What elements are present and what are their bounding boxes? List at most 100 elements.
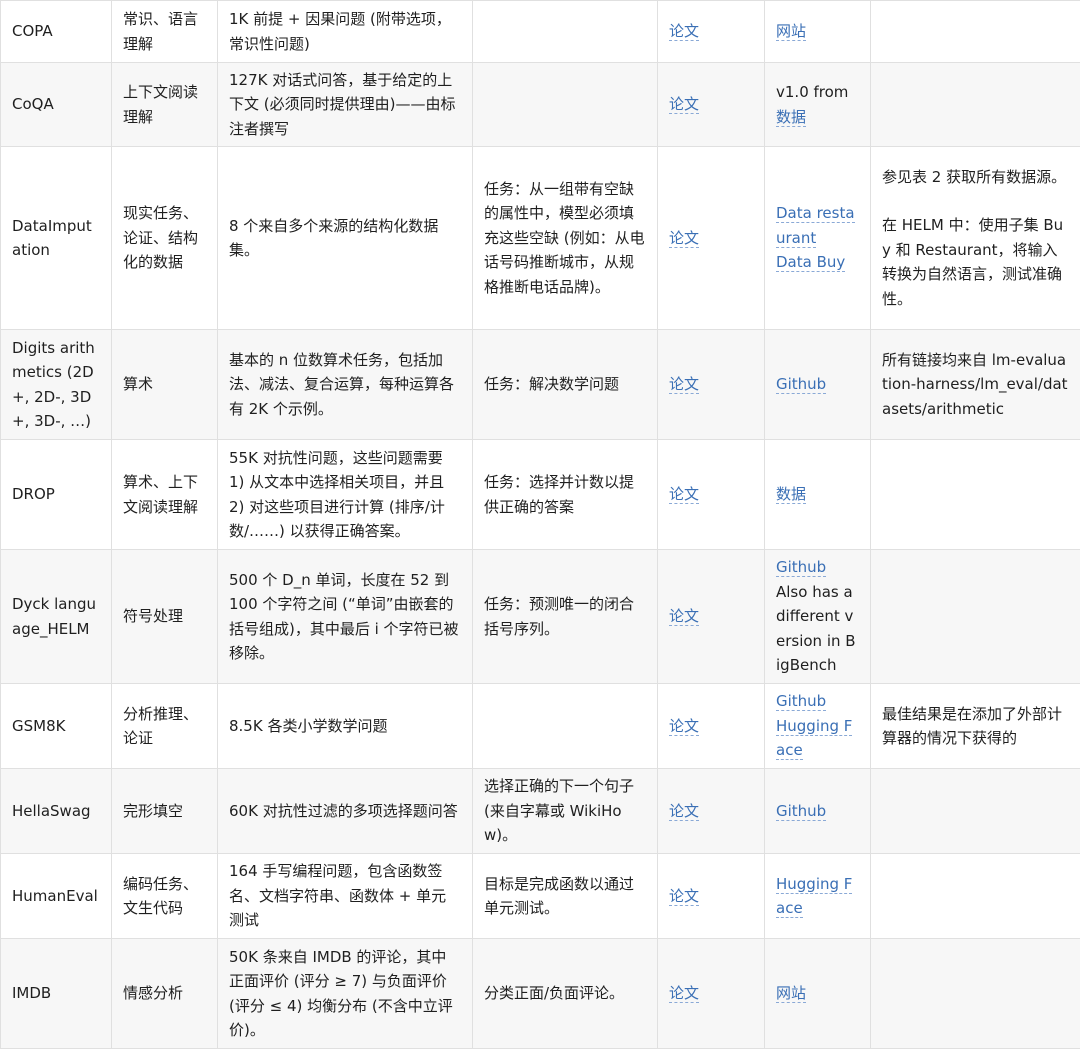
task-text: 分类正面/负面评论。: [484, 984, 624, 1002]
cell-category: 情感分析: [112, 939, 218, 1049]
description-text: 500 个 D_n 单词，长度在 52 到 100 个字符之间 (“单词”由嵌套…: [229, 571, 459, 663]
task-text: 任务：预测唯一的闭合括号序列。: [484, 595, 634, 638]
resource-link[interactable]: Data Buy: [776, 253, 845, 272]
cell-task: 任务：从一组带有空缺的属性中，模型必须填充这些空缺 (例如：从电话号码推断城市，…: [473, 147, 658, 330]
resource-link[interactable]: Github: [776, 375, 826, 394]
cell-notes: 参见表 2 获取所有数据源。在 HELM 中：使用子集 Buy 和 Restau…: [871, 147, 1080, 330]
table-row: CoQA 上下文阅读理解 127K 对话式问答，基于给定的上下文 (必须同时提供理由…: [1, 63, 1080, 147]
cell-description: 500 个 D_n 单词，长度在 52 到 100 个字符之间 (“单词”由嵌套…: [218, 550, 473, 684]
cell-name: Dyck language_HELM: [1, 550, 112, 684]
resource-link[interactable]: Github: [776, 692, 826, 711]
resource-text: Also has a different version in BigBench: [776, 583, 856, 675]
resource-link[interactable]: 网站: [776, 984, 806, 1003]
table-row: IMDB情感分析50K 条来自 IMDB 的评论，其中正面评价 (评分 ≥ 7)…: [1, 939, 1080, 1049]
description-text: 8.5K 各类小学数学问题: [229, 717, 387, 735]
cell-category: 上下文阅读理解: [112, 63, 218, 147]
cell-task: 目标是完成函数以通过单元测试。: [473, 854, 658, 939]
cell-links: Github: [765, 769, 871, 854]
dataset-table: COPA常识、语言理解1K 前提 + 因果问题 (附带选项，常识性问题)论文网站…: [0, 0, 1080, 1049]
cell-notes: [871, 550, 1080, 684]
resource-link[interactable]: Hugging Face: [776, 717, 852, 761]
resource-link[interactable]: 网站: [776, 22, 806, 41]
cell-notes: [871, 440, 1080, 550]
paper-link[interactable]: 论文: [669, 485, 699, 504]
note-text: 最佳结果是在添加了外部计算器的情况下获得的: [882, 705, 1062, 748]
cell-description: 8 个来自多个来源的结构化数据集。: [218, 147, 473, 330]
cell-name: CoQA: [1, 63, 112, 147]
cell-name: HellaSwag: [1, 769, 112, 854]
resource-link[interactable]: Github: [776, 802, 826, 821]
cell-paper: 论文: [658, 147, 765, 330]
cell-name: IMDB: [1, 939, 112, 1049]
cell-paper: 论文: [658, 939, 765, 1049]
task-text: 任务：从一组带有空缺的属性中，模型必须填充这些空缺 (例如：从电话号码推断城市，…: [484, 180, 645, 296]
paper-link[interactable]: 论文: [669, 607, 699, 626]
category-text: 完形填空: [123, 802, 183, 820]
resource-link[interactable]: Github: [776, 558, 826, 577]
paper-link[interactable]: 论文: [669, 22, 699, 41]
note-text: 参见表 2 获取所有数据源。: [882, 168, 1066, 186]
cell-task: 任务：选择并计数以提供正确的答案: [473, 440, 658, 550]
cell-task: [473, 684, 658, 769]
cell-description: 基本的 n 位数算术任务，包括加法、减法、复合运算，每种运算各有 2K 个示例。: [218, 330, 473, 440]
table-body: COPA常识、语言理解1K 前提 + 因果问题 (附带选项，常识性问题)论文网站…: [1, 1, 1080, 1049]
cell-links: 网站: [765, 1, 871, 63]
description-text: 55K 对抗性问题，这些问题需要 1) 从文本中选择相关项目，并且 2) 对这些…: [229, 449, 445, 541]
name-text: HumanEval: [12, 887, 98, 905]
paper-link[interactable]: 论文: [669, 984, 699, 1003]
cell-paper: 论文: [658, 854, 765, 939]
cell-category: 符号处理: [112, 550, 218, 684]
cell-category: 算术、上下文阅读理解: [112, 440, 218, 550]
note-text: 在 HELM 中：使用子集 Buy 和 Restaurant，将输入转换为自然语…: [882, 216, 1063, 308]
cell-name: COPA: [1, 1, 112, 63]
table-row: Dyck language_HELM 符号处理500 个 D_n 单词，长度在 5…: [1, 550, 1080, 684]
paper-link[interactable]: 论文: [669, 95, 699, 114]
name-text: GSM8K: [12, 717, 65, 735]
category-text: 常识、语言理解: [123, 10, 198, 53]
resource-link[interactable]: Hugging Face: [776, 875, 852, 919]
description-text: 1K 前提 + 因果问题 (附带选项，常识性问题): [229, 10, 451, 53]
cell-notes: 所有链接均来自 lm-evaluation-harness/lm_eval/da…: [871, 330, 1080, 440]
paper-link[interactable]: 论文: [669, 802, 699, 821]
cell-name: HumanEval: [1, 854, 112, 939]
cell-name: GSM8K: [1, 684, 112, 769]
resource-link[interactable]: 数据: [776, 485, 806, 504]
paper-link[interactable]: 论文: [669, 887, 699, 906]
resource-link[interactable]: 数据: [776, 108, 806, 127]
cell-notes: 最佳结果是在添加了外部计算器的情况下获得的: [871, 684, 1080, 769]
cell-links: Hugging Face: [765, 854, 871, 939]
name-text: Dyck language_HELM: [12, 595, 96, 638]
cell-description: 164 手写编程问题，包含函数签名、文档字符串、函数体 + 单元测试: [218, 854, 473, 939]
cell-description: 1K 前提 + 因果问题 (附带选项，常识性问题): [218, 1, 473, 63]
cell-description: 60K 对抗性过滤的多项选择题问答: [218, 769, 473, 854]
cell-links: 数据: [765, 440, 871, 550]
category-text: 编码任务、文生代码: [123, 875, 198, 918]
paper-link[interactable]: 论文: [669, 375, 699, 394]
paper-link[interactable]: 论文: [669, 229, 699, 248]
table-row: Digits arithmetics (2D+, 2D-, 3D+, 3D-, …: [1, 330, 1080, 440]
category-text: 上下文阅读理解: [123, 83, 198, 126]
cell-notes: [871, 854, 1080, 939]
name-text: COPA: [12, 22, 53, 40]
name-text: HellaSwag: [12, 802, 91, 820]
cell-task: 分类正面/负面评论。: [473, 939, 658, 1049]
description-text: 127K 对话式问答，基于给定的上下文 (必须同时提供理由)——由标注者撰写: [229, 71, 455, 138]
description-text: 基本的 n 位数算术任务，包括加法、减法、复合运算，每种运算各有 2K 个示例。: [229, 351, 454, 418]
cell-description: 127K 对话式问答，基于给定的上下文 (必须同时提供理由)——由标注者撰写: [218, 63, 473, 147]
cell-category: 完形填空: [112, 769, 218, 854]
description-text: 8 个来自多个来源的结构化数据集。: [229, 217, 438, 260]
cell-task: 任务：预测唯一的闭合括号序列。: [473, 550, 658, 684]
description-text: 164 手写编程问题，包含函数签名、文档字符串、函数体 + 单元测试: [229, 862, 446, 929]
name-text: CoQA: [12, 95, 54, 113]
cell-notes: [871, 939, 1080, 1049]
resource-link[interactable]: Data restaurant: [776, 204, 855, 248]
table-row: DataImputation现实任务、论证、结构化的数据8 个来自多个来源的结构…: [1, 147, 1080, 330]
name-text: Digits arithmetics (2D+, 2D-, 3D+, 3D-, …: [12, 339, 95, 431]
paper-link[interactable]: 论文: [669, 717, 699, 736]
task-text: 任务：选择并计数以提供正确的答案: [484, 473, 634, 516]
cell-links: v1.0 from 数据: [765, 63, 871, 147]
cell-paper: 论文: [658, 684, 765, 769]
cell-description: 55K 对抗性问题，这些问题需要 1) 从文本中选择相关项目，并且 2) 对这些…: [218, 440, 473, 550]
cell-notes: [871, 63, 1080, 147]
cell-name: DROP: [1, 440, 112, 550]
